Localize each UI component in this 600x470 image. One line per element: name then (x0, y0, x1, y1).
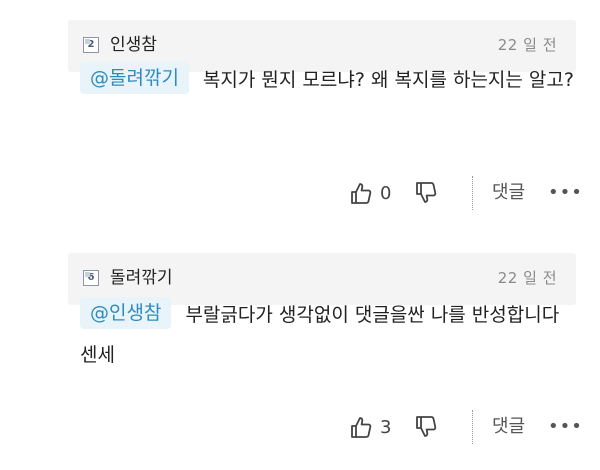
like-count: 3 (380, 417, 392, 438)
reply-button[interactable]: 댓글 (492, 181, 525, 205)
comment-body: @돌려깎기 복지가 뭔지 모르냐? 왜 복지를 하는지는 알고? (80, 60, 580, 100)
thumbs-down-icon (416, 416, 437, 437)
divider (472, 176, 473, 210)
like-button[interactable] (350, 415, 372, 439)
comment-time: 22 일 전 (497, 269, 557, 287)
comment-body: @인생참 부랄긁다가 생각없이 댓글을싼 나를 반성합니다 센세 (80, 295, 580, 375)
mention-tag[interactable]: @돌려깎기 (80, 62, 189, 94)
thumbs-up-icon (351, 183, 372, 204)
username[interactable]: 돌려깎기 (110, 266, 173, 290)
level-badge: 6 (83, 270, 99, 286)
reply-button[interactable]: 댓글 (492, 415, 525, 439)
thumbs-up-icon (351, 417, 372, 438)
username[interactable]: 인생참 (110, 33, 157, 57)
level-badge: 2 (83, 37, 99, 53)
more-options-icon[interactable]: ••• (548, 415, 583, 439)
like-count: 0 (380, 183, 392, 204)
mention-tag[interactable]: @인생참 (80, 297, 172, 329)
comment-time: 22 일 전 (497, 36, 557, 54)
like-button[interactable] (350, 181, 372, 205)
comment-text: 복지가 뭔지 모르냐? 왜 복지를 하는지는 알고? (202, 69, 574, 91)
divider (472, 410, 473, 444)
dislike-button[interactable] (415, 181, 437, 205)
dislike-button[interactable] (415, 415, 437, 439)
thumbs-down-icon (416, 182, 437, 203)
more-options-icon[interactable]: ••• (548, 181, 583, 205)
